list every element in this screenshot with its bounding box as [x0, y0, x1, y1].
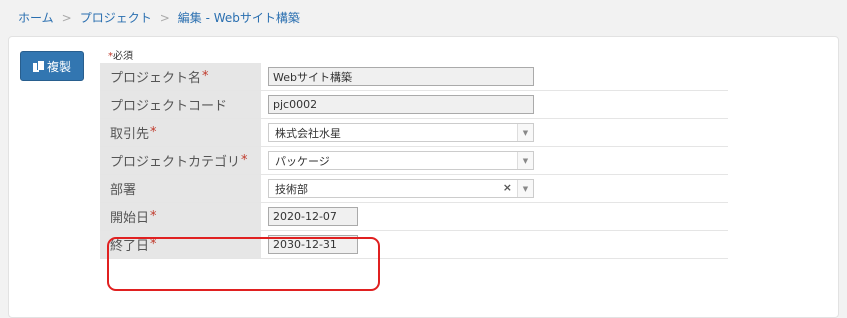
- breadcrumb-separator: >: [61, 11, 72, 25]
- required-star: *: [150, 125, 157, 140]
- breadcrumb-separator: >: [159, 11, 170, 25]
- project-form: プロジェクト名 * Webサイト構築 プロジェクトコード pjc0002 取引先 *…: [100, 63, 728, 259]
- breadcrumb: ホーム > プロジェクト > 編集 - Webサイト構築: [18, 9, 300, 26]
- project-code-input[interactable]: pjc0002: [268, 95, 534, 114]
- breadcrumb-current[interactable]: 編集 - Webサイト構築: [178, 11, 300, 25]
- project-name-label: プロジェクト名 *: [100, 63, 262, 90]
- client-select[interactable]: 株式会社水星 ▼: [268, 123, 534, 142]
- row-project-name: プロジェクト名 * Webサイト構築: [100, 63, 728, 91]
- category-cell: パッケージ ▼: [262, 147, 728, 174]
- project-code-cell: pjc0002: [262, 91, 728, 118]
- start-date-input[interactable]: 2020-12-07: [268, 207, 358, 226]
- chevron-down-icon[interactable]: ▼: [517, 152, 533, 169]
- required-note-text: 必須: [113, 51, 133, 62]
- client-label: 取引先 *: [100, 119, 262, 146]
- category-label: プロジェクトカテゴリ *: [100, 147, 262, 174]
- project-name-input[interactable]: Webサイト構築: [268, 67, 534, 86]
- department-cell: 技術部 × ▼: [262, 175, 728, 202]
- department-label: 部署: [100, 175, 262, 202]
- row-start-date: 開始日 * 2020-12-07: [100, 203, 728, 231]
- project-code-label: プロジェクトコード: [100, 91, 262, 118]
- row-client: 取引先 * 株式会社水星 ▼: [100, 119, 728, 147]
- row-project-code: プロジェクトコード pjc0002: [100, 91, 728, 119]
- client-cell: 株式会社水星 ▼: [262, 119, 728, 146]
- row-category: プロジェクトカテゴリ * パッケージ ▼: [100, 147, 728, 175]
- department-label-text: 部署: [110, 183, 137, 198]
- clear-icon[interactable]: ×: [503, 181, 512, 194]
- category-select-value: パッケージ: [275, 154, 330, 168]
- required-star: *: [150, 209, 157, 224]
- required-star: *: [202, 69, 209, 84]
- highlight-annotation: [107, 237, 380, 291]
- category-label-text: プロジェクトカテゴリ: [110, 155, 241, 170]
- start-date-cell: 2020-12-07: [262, 203, 728, 230]
- copy-button-label: 複製: [46, 59, 71, 74]
- required-note: *必須: [108, 47, 133, 62]
- chevron-down-icon[interactable]: ▼: [517, 180, 533, 197]
- breadcrumb-project[interactable]: プロジェクト: [80, 11, 152, 25]
- copy-button[interactable]: 複製: [20, 51, 84, 81]
- project-name-label-text: プロジェクト名: [110, 71, 202, 86]
- department-select[interactable]: 技術部 × ▼: [268, 179, 534, 198]
- start-date-label: 開始日 *: [100, 203, 262, 230]
- project-code-label-text: プロジェクトコード: [110, 99, 228, 114]
- client-select-value: 株式会社水星: [275, 126, 341, 140]
- row-department: 部署 技術部 × ▼: [100, 175, 728, 203]
- client-label-text: 取引先: [110, 127, 150, 142]
- department-select-value: 技術部: [275, 182, 308, 196]
- chevron-down-icon[interactable]: ▼: [517, 124, 533, 141]
- category-select[interactable]: パッケージ ▼: [268, 151, 534, 170]
- copy-icon: [32, 60, 44, 72]
- project-name-cell: Webサイト構築: [262, 63, 728, 90]
- breadcrumb-home[interactable]: ホーム: [18, 11, 54, 25]
- required-star: *: [241, 153, 248, 168]
- start-date-label-text: 開始日: [110, 211, 150, 226]
